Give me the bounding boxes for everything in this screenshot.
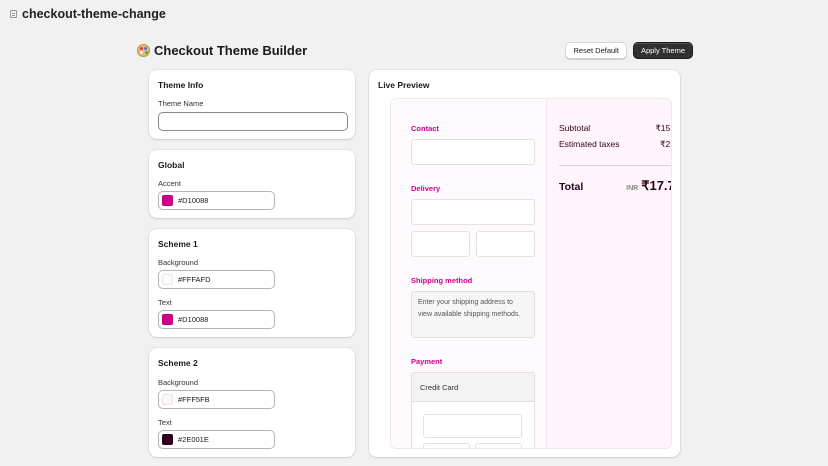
app-title: checkout-theme-change [22, 7, 166, 21]
page-title: Checkout Theme Builder [137, 43, 307, 58]
scheme1-text-field[interactable]: #D10088 [158, 310, 275, 329]
scheme1-text-value: #D10088 [178, 315, 209, 324]
live-preview-title: Live Preview [378, 80, 430, 90]
page-title-text: Checkout Theme Builder [154, 42, 308, 58]
scheme1-background-value: #FFFAFD [178, 275, 211, 284]
scheme1-background-label: Background [158, 258, 199, 267]
accent-value: #D10088 [178, 196, 209, 205]
total-value: ₹17.70 [641, 178, 671, 193]
accent-color-field[interactable]: #D10088 [158, 191, 275, 210]
delivery-heading: Delivery [411, 184, 441, 193]
delivery-field-left[interactable] [411, 231, 470, 257]
scheme1-background-swatch[interactable] [162, 274, 173, 285]
scheme1-card: Scheme 1 Background #FFFAFD Text #D10088 [149, 229, 355, 337]
accent-swatch[interactable] [162, 195, 173, 206]
scheme1-title: Scheme 1 [158, 239, 198, 249]
shipping-method-heading: Shipping method [411, 276, 473, 285]
total-amount: INR ₹17.70 [626, 178, 671, 194]
subtotal-row: Subtotal ₹15.00 [559, 123, 671, 134]
scheme2-text-field[interactable]: #2E001E [158, 430, 275, 449]
delivery-field-right[interactable] [476, 231, 535, 257]
taxes-label: Estimated taxes [559, 139, 620, 149]
reset-default-button[interactable]: Reset Default [565, 41, 627, 59]
global-card: Global Accent #D10088 [149, 150, 355, 218]
document-icon [10, 10, 17, 18]
scheme2-background-swatch[interactable] [162, 394, 173, 405]
theme-info-card: Theme Info Theme Name [149, 70, 355, 139]
currency-code: INR [626, 185, 639, 192]
app-header: checkout-theme-change [0, 0, 828, 28]
scheme2-background-label: Background [158, 378, 199, 387]
card-number-input[interactable] [423, 414, 522, 438]
live-preview-card: Live Preview Contact Delivery Shipping m… [369, 70, 680, 457]
scheme2-text-swatch[interactable] [162, 434, 173, 445]
shipping-method-note: Enter your shipping address to view avai… [411, 291, 535, 338]
theme-name-input[interactable] [158, 112, 348, 131]
apply-theme-button[interactable]: Apply Theme [632, 41, 693, 59]
payment-panel: Credit Card [411, 372, 535, 448]
payment-heading: Payment [411, 357, 443, 366]
scheme2-text-value: #2E001E [178, 435, 209, 444]
card-expiry-input[interactable] [423, 443, 470, 448]
checkout-preview: Contact Delivery Shipping method Enter y… [390, 98, 672, 449]
scheme2-card: Scheme 2 Background #FFF5FB Text #2E001E [149, 348, 355, 457]
scheme1-background-field[interactable]: #FFFAFD [158, 270, 275, 289]
scheme1-text-swatch[interactable] [162, 314, 173, 325]
taxes-value: ₹2.70 [660, 139, 671, 149]
summary-divider [559, 165, 671, 166]
theme-name-label: Theme Name [158, 99, 204, 108]
total-label: Total [559, 181, 584, 193]
action-buttons: Reset Default Apply Theme [565, 41, 693, 59]
credit-card-option[interactable]: Credit Card [412, 373, 534, 402]
order-summary: Subtotal ₹15.00 Estimated taxes ₹2.70 To… [546, 99, 671, 448]
builder-header: Checkout Theme Builder Reset Default App… [137, 40, 693, 60]
theme-info-title: Theme Info [158, 80, 204, 90]
card-cvv-input[interactable] [475, 443, 522, 448]
checkout-main: Contact Delivery Shipping method Enter y… [391, 99, 546, 448]
contact-input[interactable] [411, 139, 535, 165]
accent-label: Accent [158, 179, 181, 188]
palette-icon [137, 43, 150, 57]
total-row: Total INR ₹17.70 [559, 178, 671, 194]
subtotal-value: ₹15.00 [655, 123, 671, 133]
scheme2-background-field[interactable]: #FFF5FB [158, 390, 275, 409]
scheme2-text-label: Text [158, 418, 172, 427]
taxes-row: Estimated taxes ₹2.70 [559, 139, 671, 150]
scheme2-background-value: #FFF5FB [178, 395, 210, 404]
delivery-address-input[interactable] [411, 199, 535, 225]
scheme2-title: Scheme 2 [158, 358, 198, 368]
subtotal-label: Subtotal [559, 123, 591, 133]
contact-heading: Contact [411, 124, 439, 133]
global-title: Global [158, 160, 185, 170]
scheme1-text-label: Text [158, 298, 172, 307]
